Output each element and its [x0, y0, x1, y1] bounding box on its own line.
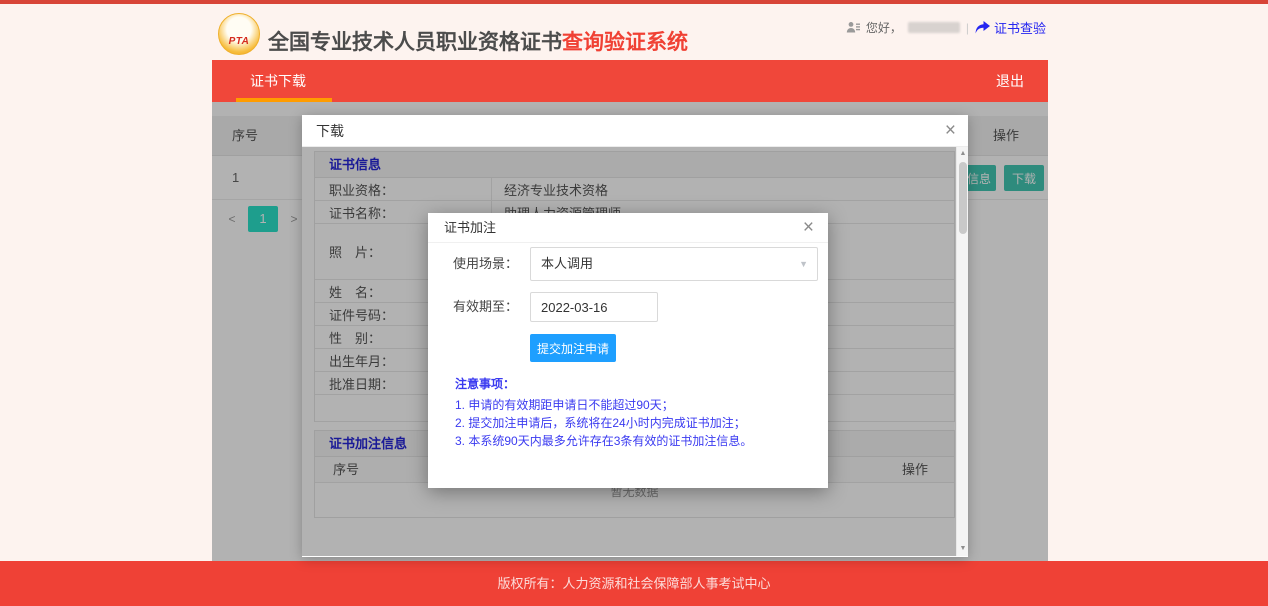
scrollbar-down-icon[interactable]: ▼	[957, 543, 968, 555]
nav-bar: 证书下载 退出	[212, 60, 1048, 102]
separator: |	[966, 21, 969, 35]
greeting-text: 您好，	[866, 19, 902, 36]
annotation-modal-body: 使用场景： 本人调用 ▼ 有效期至： 提交加注申请 注意事项： 1. 申请的有效…	[428, 243, 828, 450]
pta-logo-text: PTA	[229, 36, 250, 47]
validity-date-input[interactable]	[530, 292, 658, 322]
logout-button[interactable]: 退出	[988, 60, 1032, 102]
note-item-2: 2. 提交加注申请后，系统将在24小时内完成证书加注；	[455, 414, 828, 432]
tab-cert-download[interactable]: 证书下载	[242, 60, 314, 102]
user-area: 您好， | 证书查验	[846, 18, 1046, 37]
annotation-modal-header: 证书加注 ×	[428, 213, 828, 243]
cert-verify-label: 证书查验	[994, 18, 1046, 37]
download-modal-title: 下载	[316, 123, 344, 139]
scene-label: 使用场景：	[428, 247, 518, 281]
close-icon[interactable]: ×	[803, 213, 814, 243]
scrollbar-thumb[interactable]	[959, 162, 967, 234]
scene-select-value: 本人调用	[531, 248, 817, 280]
pta-logo: PTA	[218, 13, 260, 55]
site-title-accent: 查询验证系统	[562, 31, 688, 54]
tab-cert-download-label: 证书下载	[250, 73, 306, 89]
notes-title: 注意事项：	[455, 375, 828, 392]
user-name-redacted	[908, 22, 960, 33]
note-item-3: 3. 本系统90天内最多允许存在3条有效的证书加注信息。	[455, 432, 828, 450]
annotation-modal: 证书加注 × 使用场景： 本人调用 ▼ 有效期至： 提交加注申请 注意事项： 1…	[428, 213, 828, 488]
scrollbar-up-icon[interactable]: ▲	[957, 148, 968, 160]
share-arrow-icon	[975, 21, 990, 34]
notes-section: 注意事项： 1. 申请的有效期距申请日不能超过90天； 2. 提交加注申请后，系…	[455, 375, 828, 450]
submit-annotation-button[interactable]: 提交加注申请	[530, 334, 616, 362]
annotation-modal-title: 证书加注	[444, 220, 496, 235]
chevron-down-icon: ▼	[799, 248, 808, 280]
validity-form-row: 有效期至：	[428, 292, 828, 322]
site-title-main: 全国专业技术人员职业资格证书	[268, 31, 562, 54]
download-modal-header: 下载 ×	[302, 115, 968, 147]
user-icon	[846, 21, 860, 34]
cert-verify-link[interactable]: 证书查验	[975, 18, 1046, 37]
modal-scrollbar[interactable]: ▲ ▼	[956, 147, 968, 556]
validity-label: 有效期至：	[428, 292, 518, 322]
site-footer: 版权所有：人力资源和社会保障部人事考试中心	[0, 561, 1268, 606]
scene-form-row: 使用场景： 本人调用 ▼	[428, 247, 828, 281]
note-item-1: 1. 申请的有效期距申请日不能超过90天；	[455, 396, 828, 414]
site-header: PTA 全国专业技术人员职业资格证书查询验证系统 您好， | 证书查验	[0, 4, 1268, 60]
close-icon[interactable]: ×	[945, 115, 956, 147]
scene-select[interactable]: 本人调用 ▼	[530, 247, 818, 281]
copyright-text: 版权所有：人力资源和社会保障部人事考试中心	[0, 561, 1268, 606]
site-title: 全国专业技术人员职业资格证书查询验证系统	[268, 26, 688, 56]
